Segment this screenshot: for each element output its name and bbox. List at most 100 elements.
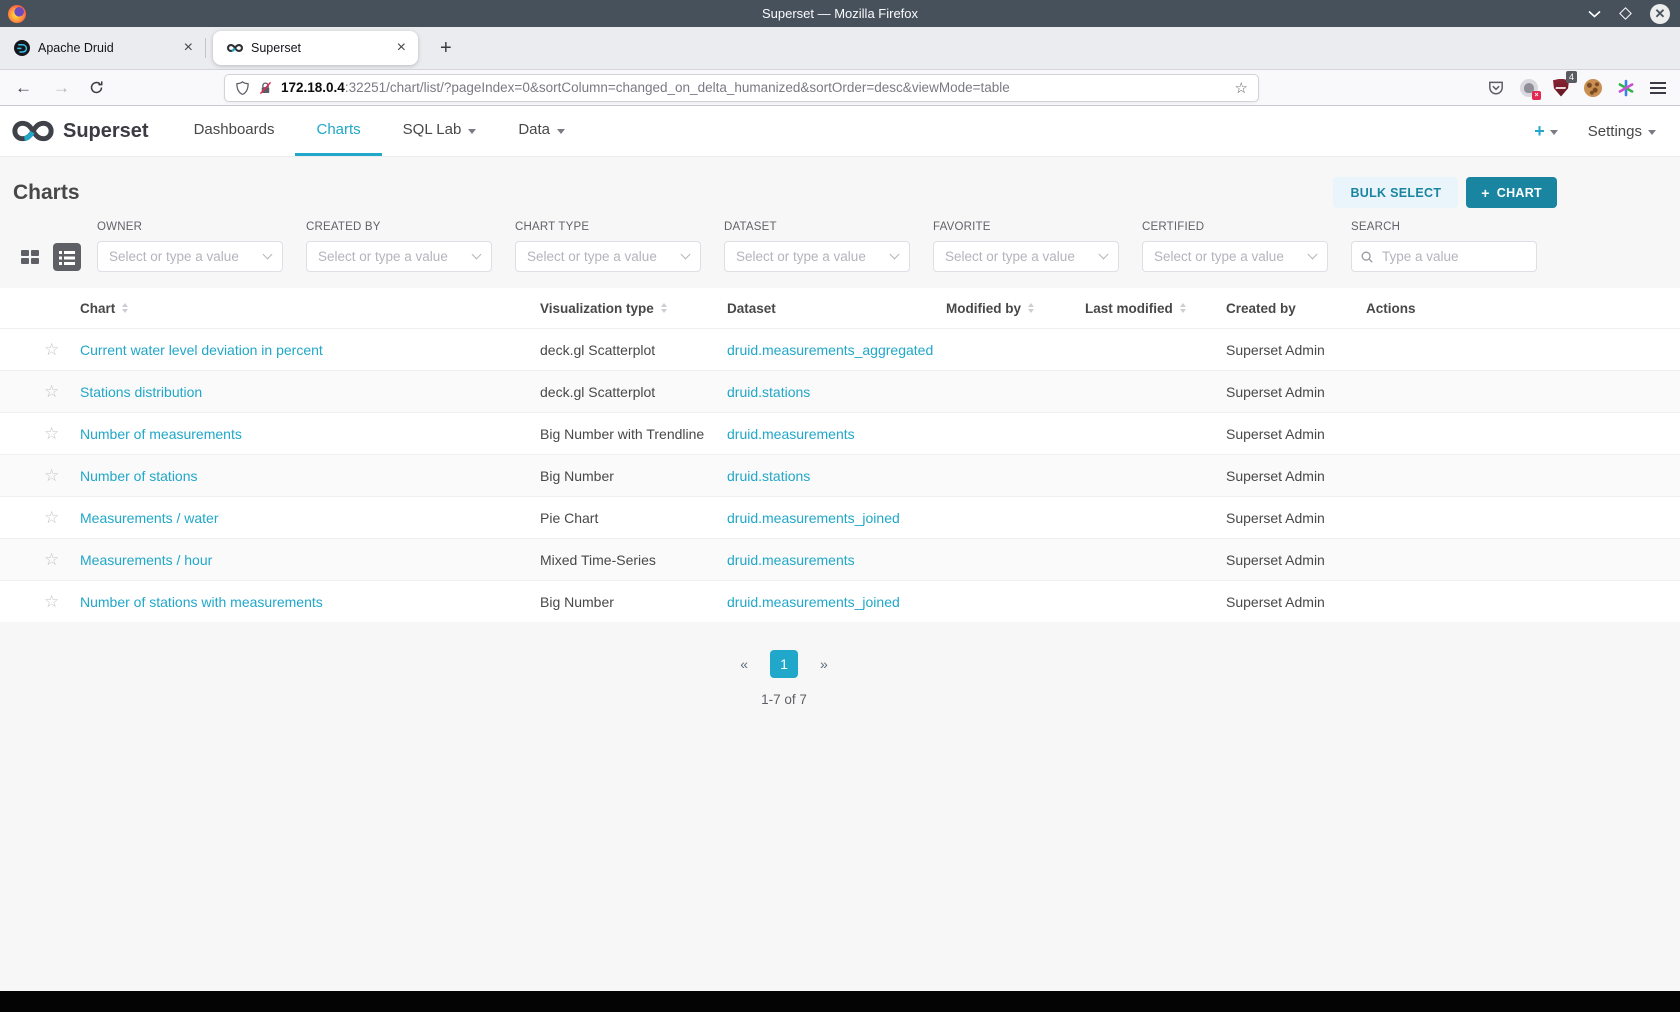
visualization-type-cell: deck.gl Scatterplot xyxy=(540,341,656,358)
charts-table: Chart Visualization type Dataset Modifie… xyxy=(0,288,1680,622)
add-chart-button[interactable]: + CHART xyxy=(1466,177,1557,208)
settings-menu[interactable]: Settings xyxy=(1588,123,1656,140)
tab-apache-druid[interactable]: Apache Druid × xyxy=(0,27,205,69)
visualization-type-cell: Mixed Time-Series xyxy=(540,551,656,568)
favorite-star-icon[interactable]: ☆ xyxy=(44,550,59,569)
window-minimize-icon[interactable] xyxy=(1588,10,1601,18)
nav-item-data[interactable]: Data xyxy=(497,106,586,156)
superset-brand[interactable]: Superset xyxy=(12,106,149,156)
results-summary: 1-7 of 7 xyxy=(761,692,807,707)
window-close-icon[interactable]: ✕ xyxy=(1650,3,1670,24)
browser-tabstrip: Apache Druid × Superset × + xyxy=(0,27,1680,69)
pagination-prev[interactable]: « xyxy=(740,656,748,672)
bookmark-star-icon[interactable]: ☆ xyxy=(1235,79,1248,97)
new-tab-button[interactable]: + xyxy=(434,37,458,60)
chart-link[interactable]: Measurements / hour xyxy=(80,552,212,568)
sort-icon xyxy=(660,303,667,313)
filter-select[interactable]: Select or type a value xyxy=(933,241,1119,272)
chart-link[interactable]: Measurements / water xyxy=(80,510,219,526)
sort-icon xyxy=(1028,303,1034,313)
chevron-down-icon xyxy=(1648,130,1656,135)
reload-button-icon[interactable] xyxy=(89,80,104,95)
chevron-down-icon xyxy=(557,128,566,134)
window-maximize-icon[interactable] xyxy=(1619,7,1632,20)
extension-disabled-icon[interactable]: × xyxy=(1520,78,1541,100)
back-button-icon[interactable]: ← xyxy=(15,78,32,98)
brand-name: Superset xyxy=(63,119,149,142)
tab-close-icon[interactable]: × xyxy=(180,39,197,57)
dataset-link[interactable]: druid.measurements_joined xyxy=(727,510,900,526)
add-new-menu[interactable]: + xyxy=(1534,121,1558,142)
pagination-page-1[interactable]: 1 xyxy=(770,650,798,678)
chart-link[interactable]: Number of measurements xyxy=(80,426,242,442)
tab-close-icon[interactable]: × xyxy=(393,39,410,57)
filter-select[interactable]: Select or type a value xyxy=(724,241,910,272)
filter-select[interactable]: Select or type a value xyxy=(306,241,492,272)
pagination-next[interactable]: » xyxy=(820,656,828,672)
tab-superset[interactable]: Superset × xyxy=(213,31,418,65)
favorite-star-icon[interactable]: ☆ xyxy=(44,508,59,527)
window-title: Superset — Mozilla Firefox xyxy=(761,6,919,21)
tab-title: Superset xyxy=(251,41,302,55)
chart-link[interactable]: Number of stations with measurements xyxy=(80,594,323,610)
nav-item-sql-lab[interactable]: SQL Lab xyxy=(382,106,498,156)
chevron-down-icon xyxy=(1549,130,1558,135)
druid-favicon xyxy=(14,40,30,56)
chevron-down-icon xyxy=(262,249,273,260)
insecure-lock-icon[interactable] xyxy=(258,80,273,96)
adblock-shield-icon[interactable]: 4 xyxy=(1553,70,1577,97)
table-header-row: Chart Visualization type Dataset Modifie… xyxy=(0,288,1680,328)
bulk-select-button[interactable]: BULK SELECT xyxy=(1333,177,1459,208)
dataset-link[interactable]: druid.measurements_aggregated xyxy=(727,342,933,358)
filter-select[interactable]: Select or type a value xyxy=(515,241,701,272)
filter-select[interactable]: Select or type a value xyxy=(97,241,283,272)
sort-icon xyxy=(122,303,129,313)
tracking-shield-icon[interactable] xyxy=(235,80,250,96)
favorite-star-icon[interactable]: ☆ xyxy=(44,592,59,611)
filter-bar: OWNER Select or type a value CREATED BY … xyxy=(0,208,1680,272)
list-view-icon[interactable] xyxy=(53,242,81,271)
forward-button-icon[interactable]: → xyxy=(53,78,70,98)
column-header-visualization-type[interactable]: Visualization type xyxy=(540,301,727,316)
column-header-last-modified[interactable]: Last modified xyxy=(1085,301,1226,316)
filter-certified: CERTIFIED Select or type a value xyxy=(1142,221,1328,272)
filter-placeholder: Select or type a value xyxy=(318,249,448,264)
filter-label: SEARCH xyxy=(1351,221,1401,233)
page-title: Charts xyxy=(13,180,80,204)
url-text: 172.18.0.4:32251/chart/list/?pageIndex=0… xyxy=(281,80,1227,95)
search-input[interactable] xyxy=(1351,241,1537,272)
favorite-star-icon[interactable]: ☆ xyxy=(44,382,59,401)
dataset-link[interactable]: druid.measurements xyxy=(727,426,855,442)
cookie-icon[interactable] xyxy=(1584,78,1602,97)
card-view-icon[interactable] xyxy=(20,247,40,267)
pagination: « 1 » xyxy=(0,650,1680,678)
favorite-star-icon[interactable]: ☆ xyxy=(44,340,59,359)
chevron-down-icon xyxy=(680,249,691,260)
filter-created-by: CREATED BY Select or type a value xyxy=(306,221,492,272)
dataset-link[interactable]: druid.measurements xyxy=(727,552,855,568)
column-header-created-by: Created by xyxy=(1226,300,1296,316)
asterisk-extension-icon[interactable] xyxy=(1617,79,1635,97)
favorite-star-icon[interactable]: ☆ xyxy=(44,424,59,443)
filter-label: OWNER xyxy=(97,221,143,233)
chart-link[interactable]: Number of stations xyxy=(80,468,198,484)
favorite-star-icon[interactable]: ☆ xyxy=(44,466,59,485)
chart-link[interactable]: Current water level deviation in percent xyxy=(80,342,323,358)
dataset-link[interactable]: druid.stations xyxy=(727,384,810,400)
filter-placeholder: Select or type a value xyxy=(945,249,1075,264)
dataset-link[interactable]: druid.measurements_joined xyxy=(727,594,900,610)
pocket-icon[interactable] xyxy=(1487,79,1505,97)
column-header-modified-by[interactable]: Modified by xyxy=(946,301,1085,316)
desktop-bottom-bar xyxy=(0,991,1680,1012)
chart-link[interactable]: Stations distribution xyxy=(80,384,202,400)
chevron-down-icon xyxy=(468,128,477,134)
dataset-link[interactable]: druid.stations xyxy=(727,468,810,484)
nav-item-dashboards[interactable]: Dashboards xyxy=(173,106,296,156)
column-header-chart[interactable]: Chart xyxy=(80,301,540,316)
visualization-type-cell: Big Number xyxy=(540,593,614,610)
url-bar[interactable]: 172.18.0.4:32251/chart/list/?pageIndex=0… xyxy=(224,73,1259,102)
filter-select[interactable]: Select or type a value xyxy=(1142,241,1328,272)
nav-item-charts[interactable]: Charts xyxy=(295,106,382,156)
browser-toolbar: ← → 172.18.0.4:32251/chart/list/?pageInd… xyxy=(0,69,1680,106)
menu-hamburger-icon[interactable] xyxy=(1650,81,1666,94)
